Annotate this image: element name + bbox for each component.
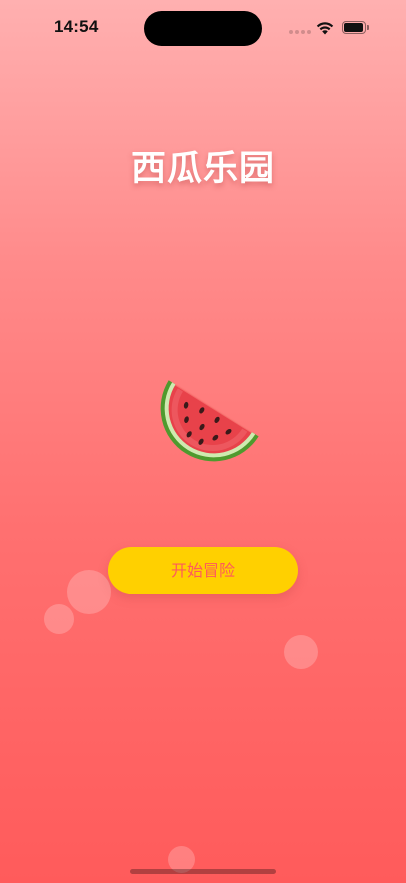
- battery-icon: [342, 21, 369, 34]
- dynamic-island: [144, 11, 262, 46]
- status-bar: 14:54: [0, 0, 406, 54]
- status-time: 14:54: [54, 17, 99, 36]
- decorative-bubble: [44, 604, 74, 634]
- home-indicator[interactable]: [130, 869, 276, 874]
- decorative-bubble: [67, 570, 111, 614]
- page-title: 西瓜乐园: [130, 149, 275, 189]
- start-adventure-button[interactable]: 开始冒险: [108, 547, 298, 594]
- cellular-signal-icon: [289, 30, 311, 34]
- decorative-bubble: [284, 635, 318, 669]
- wifi-icon: [316, 22, 334, 35]
- watermelon-slice-icon: [160, 380, 259, 462]
